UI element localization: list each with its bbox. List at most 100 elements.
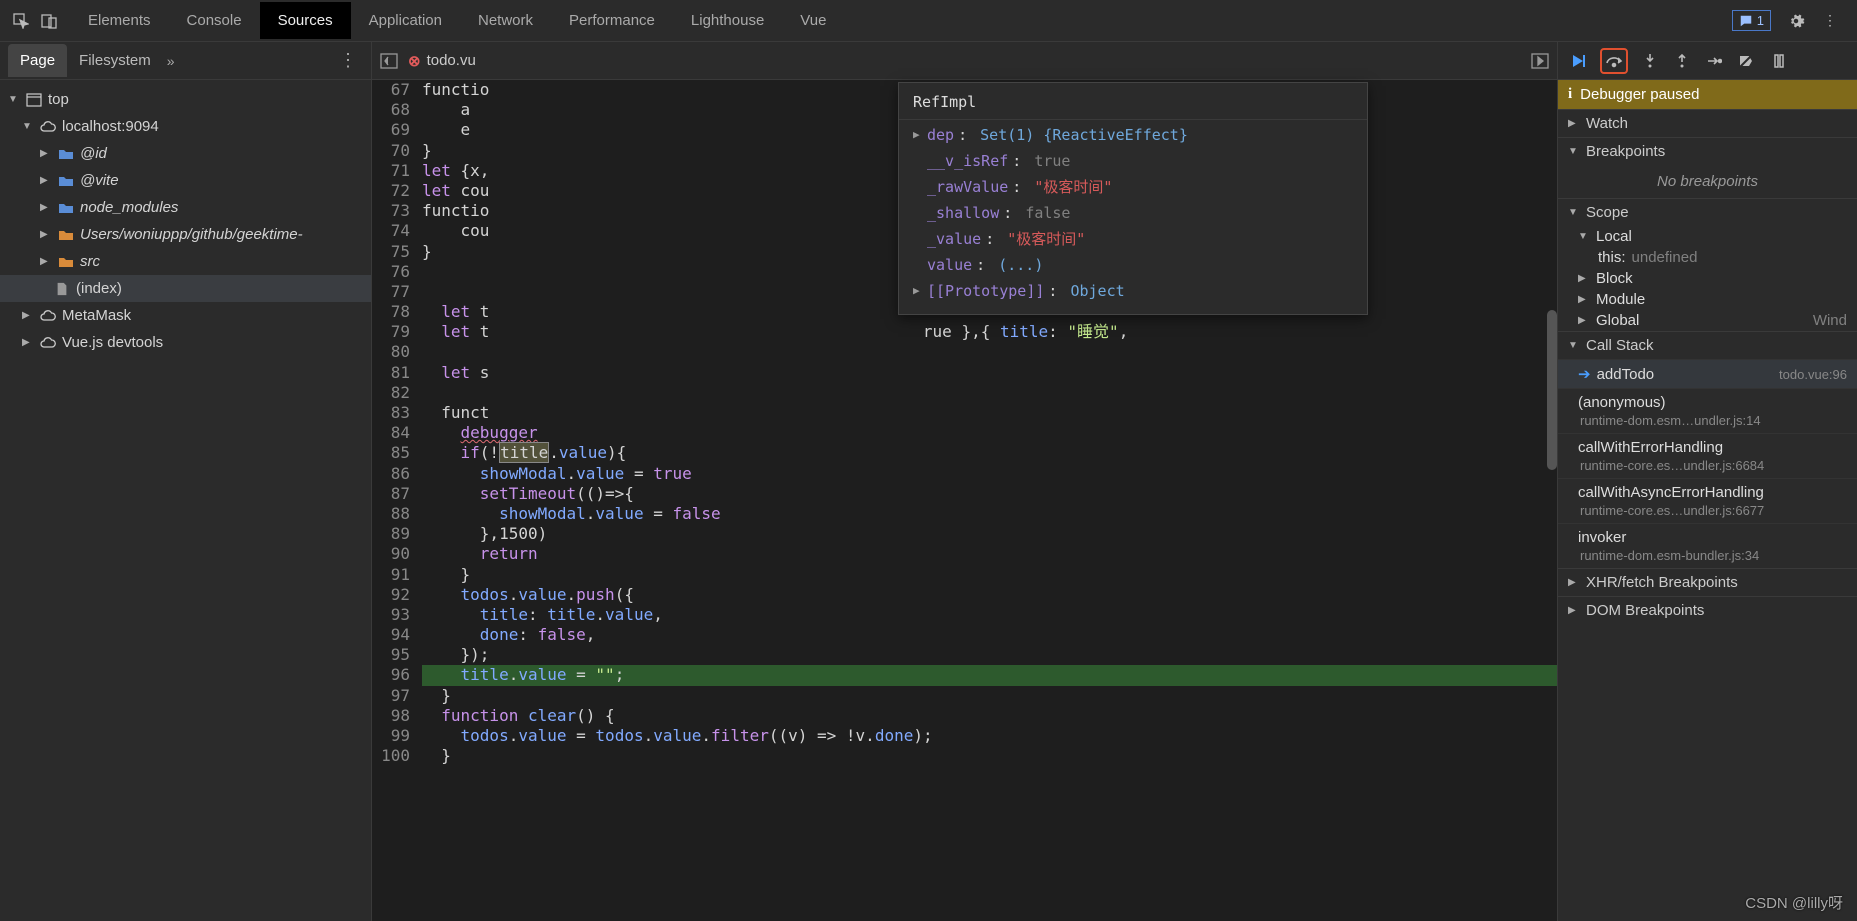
tooltip-row[interactable]: _shallow: false [899, 200, 1367, 226]
section-watch[interactable]: ▶Watch [1558, 109, 1857, 137]
code-line[interactable]: done: false, [422, 625, 1557, 645]
tree-label: Vue.js devtools [62, 334, 163, 351]
tooltip-title: RefImpl [899, 85, 1367, 120]
callstack-frame[interactable]: (anonymous)runtime-dom.esm…undler.js:14 [1558, 388, 1857, 433]
scope-row[interactable]: ▼Local [1558, 226, 1857, 247]
step-button[interactable] [1704, 51, 1724, 71]
devtools-tab-bar: Elements Console Sources Application Net… [0, 0, 1857, 42]
tree-folder[interactable]: ▶src [0, 248, 371, 275]
sidebar-tab-page[interactable]: Page [8, 44, 67, 77]
resume-button[interactable] [1568, 51, 1588, 71]
file-tree: ▼top ▼localhost:9094 ▶@id ▶@vite ▶node_m… [0, 80, 371, 362]
code-line[interactable]: setTimeout(()=>{ [422, 484, 1557, 504]
tree-file-index[interactable]: (index) [0, 275, 371, 302]
scope-row[interactable]: this: undefined [1558, 247, 1857, 268]
sidebar-menu-icon[interactable]: ⋮ [333, 50, 363, 71]
code-line[interactable] [422, 383, 1557, 403]
code-line[interactable] [422, 342, 1557, 362]
tree-metamask[interactable]: ▶MetaMask [0, 302, 371, 329]
tree-folder-label: @vite [80, 172, 119, 189]
tree-folder-label: node_modules [80, 199, 178, 216]
section-dom-bp[interactable]: ▶DOM Breakpoints [1558, 596, 1857, 624]
device-toolbar-icon[interactable] [40, 12, 58, 30]
callstack-frame[interactable]: ➔addTodotodo.vue:96 [1558, 359, 1857, 388]
no-breakpoints-text: No breakpoints [1558, 165, 1857, 198]
tooltip-row[interactable]: _value: "极客时间" [899, 226, 1367, 252]
navigator-toggle-icon[interactable] [378, 50, 400, 72]
step-out-button[interactable] [1672, 51, 1692, 71]
tooltip-row[interactable]: ▶dep: Set(1) {ReactiveEffect} [899, 122, 1367, 148]
step-into-button[interactable] [1640, 51, 1660, 71]
tooltip-row[interactable]: ▶[[Prototype]]: Object [899, 278, 1367, 304]
sidebar-tab-filesystem[interactable]: Filesystem [67, 44, 163, 77]
code-line[interactable]: return [422, 544, 1557, 564]
tree-host[interactable]: ▼localhost:9094 [0, 113, 371, 140]
run-snippet-icon[interactable] [1529, 50, 1551, 72]
tree-folder[interactable]: ▶Users/woniuppp/github/geektime- [0, 221, 371, 248]
tab-application[interactable]: Application [351, 2, 460, 39]
code-line[interactable]: title: title.value, [422, 605, 1557, 625]
section-breakpoints[interactable]: ▼Breakpoints [1558, 137, 1857, 165]
section-callstack[interactable]: ▼Call Stack [1558, 331, 1857, 359]
code-line[interactable]: funct [422, 403, 1557, 423]
tab-console[interactable]: Console [169, 2, 260, 39]
tooltip-row[interactable]: _rawValue: "极客时间" [899, 174, 1367, 200]
paused-text: Debugger paused [1580, 86, 1699, 103]
code-line[interactable]: todos.value = todos.value.filter((v) => … [422, 726, 1557, 746]
code-line[interactable]: }); [422, 645, 1557, 665]
tooltip-row[interactable]: __v_isRef: true [899, 148, 1367, 174]
tab-lighthouse[interactable]: Lighthouse [673, 2, 782, 39]
tree-folder[interactable]: ▶@vite [0, 167, 371, 194]
tree-folder-label: @id [80, 145, 107, 162]
tab-vue[interactable]: Vue [782, 2, 844, 39]
code-line[interactable]: } [422, 746, 1557, 766]
code-line[interactable]: } [422, 686, 1557, 706]
code-line[interactable]: showModal.value = true [422, 464, 1557, 484]
code-line[interactable]: todos.value.push({ [422, 585, 1557, 605]
scope-row[interactable]: ▶GlobalWind [1558, 310, 1857, 331]
step-over-button[interactable] [1600, 48, 1628, 74]
callstack-frame[interactable]: callWithErrorHandlingruntime-core.es…und… [1558, 433, 1857, 478]
tree-top[interactable]: ▼top [0, 86, 371, 113]
debugger-paused-banner: i Debugger paused [1558, 80, 1857, 109]
callstack-frame[interactable]: invokerruntime-dom.esm-bundler.js:34 [1558, 523, 1857, 568]
inspect-element-icon[interactable] [12, 12, 30, 30]
section-scope[interactable]: ▼Scope [1558, 198, 1857, 226]
code-line[interactable]: function clear() { [422, 706, 1557, 726]
tree-folder[interactable]: ▶node_modules [0, 194, 371, 221]
info-icon: i [1568, 86, 1572, 103]
code-line[interactable]: if(!title.value){ [422, 443, 1557, 463]
scope-row[interactable]: ▶Block [1558, 268, 1857, 289]
section-xhr-bp[interactable]: ▶XHR/fetch Breakpoints [1558, 568, 1857, 596]
settings-icon[interactable] [1787, 12, 1805, 30]
messages-badge[interactable]: 1 [1732, 10, 1771, 31]
code-line[interactable]: },1500) [422, 524, 1557, 544]
scrollbar-thumb[interactable] [1547, 310, 1557, 470]
code-line[interactable]: let t rue },{ title: "睡觉", [422, 322, 1557, 342]
tab-sources[interactable]: Sources [260, 2, 351, 39]
code-line[interactable]: let s [422, 363, 1557, 383]
code-line[interactable]: title.value = ""; [422, 665, 1557, 685]
code-line[interactable]: debugger [422, 423, 1557, 443]
tooltip-row[interactable]: value: (...) [899, 252, 1367, 278]
file-tab-todo[interactable]: ⊗ todo.vu [408, 52, 476, 70]
editor-pane: ⊗ todo.vu 6768697071727374757677787980818… [372, 42, 1557, 921]
deactivate-breakpoints-button[interactable] [1736, 51, 1756, 71]
pause-exceptions-button[interactable] [1768, 51, 1788, 71]
code-line[interactable]: } [422, 565, 1557, 585]
tree-folder-label: src [80, 253, 100, 270]
scope-row[interactable]: ▶Module [1558, 289, 1857, 310]
sidebar-tabs-more-icon[interactable]: » [167, 53, 175, 69]
tree-host-label: localhost:9094 [62, 118, 159, 135]
tab-elements[interactable]: Elements [70, 2, 169, 39]
tab-network[interactable]: Network [460, 2, 551, 39]
kebab-menu-icon[interactable]: ⋮ [1821, 12, 1839, 30]
tree-vuedev[interactable]: ▶Vue.js devtools [0, 329, 371, 356]
tree-folder[interactable]: ▶@id [0, 140, 371, 167]
close-icon[interactable]: ⊗ [408, 52, 421, 70]
code-line[interactable]: showModal.value = false [422, 504, 1557, 524]
line-gutter: 6768697071727374757677787980818283848586… [372, 80, 418, 921]
tab-performance[interactable]: Performance [551, 2, 673, 39]
callstack-frame[interactable]: callWithAsyncErrorHandlingruntime-core.e… [1558, 478, 1857, 523]
file-tab-label: todo.vu [427, 52, 476, 69]
